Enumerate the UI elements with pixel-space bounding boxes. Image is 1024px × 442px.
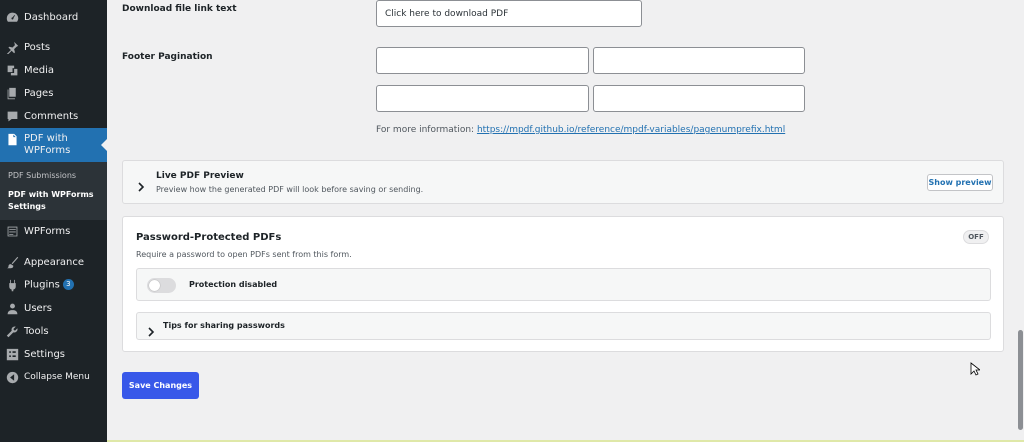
comments-icon bbox=[6, 110, 19, 123]
sidebar-item-plugins[interactable]: Plugins 3 bbox=[0, 274, 107, 296]
sidebar-item-label: Appearance bbox=[24, 256, 85, 268]
sidebar-item-comments[interactable]: Comments bbox=[0, 105, 107, 127]
page-scrollbar[interactable] bbox=[1016, 0, 1024, 442]
collapse-icon bbox=[6, 371, 19, 384]
password-section-title: Password-Protected PDFs bbox=[136, 232, 282, 243]
tools-icon bbox=[6, 325, 19, 338]
more-info-text: For more information: https://mpdf.githu… bbox=[376, 125, 786, 135]
footer-pagination-label: Footer Pagination bbox=[122, 52, 213, 62]
password-section-description: Require a password to open PDFs sent fro… bbox=[136, 250, 352, 259]
submenu-item-pdf-settings[interactable]: PDF with WPForms Settings bbox=[8, 189, 94, 213]
show-preview-button[interactable]: Show preview bbox=[927, 174, 993, 191]
sidebar-item-users[interactable]: Users bbox=[0, 297, 107, 319]
protection-toggle-row: Protection disabled bbox=[136, 268, 991, 301]
sidebar-item-pdf-with-wpforms[interactable]: PDF with WPForms bbox=[0, 128, 107, 162]
sidebar-item-appearance[interactable]: Appearance bbox=[0, 251, 107, 273]
settings-icon bbox=[6, 348, 19, 361]
sidebar-item-label: Pages bbox=[24, 87, 54, 99]
chevron-right-icon bbox=[146, 322, 156, 337]
sidebar-item-dashboard[interactable]: Dashboard bbox=[0, 6, 107, 28]
mouse-cursor-icon bbox=[970, 362, 980, 376]
live-preview-title: Live PDF Preview bbox=[156, 171, 244, 181]
media-icon bbox=[6, 64, 19, 77]
sidebar-item-posts[interactable]: Posts bbox=[0, 36, 107, 58]
sidebar-item-label: Dashboard bbox=[24, 11, 79, 23]
current-menu-arrow bbox=[101, 139, 107, 151]
live-preview-description: Preview how the generated PDF will look … bbox=[156, 185, 424, 194]
pdf-icon bbox=[6, 133, 19, 146]
toggle-knob bbox=[149, 280, 160, 291]
sidebar-item-label: Users bbox=[24, 302, 53, 314]
users-icon bbox=[6, 302, 19, 315]
download-link-label: Download file link text bbox=[122, 4, 237, 14]
chevron-right-icon[interactable] bbox=[136, 177, 146, 192]
pages-icon bbox=[6, 87, 19, 100]
sidebar-item-label: Media bbox=[24, 64, 55, 76]
sidebar-item-label: WPForms bbox=[24, 225, 71, 237]
mpdf-reference-link[interactable]: https://mpdf.github.io/reference/mpdf-va… bbox=[477, 125, 785, 135]
sidebar-item-label: Tools bbox=[24, 325, 49, 337]
status-badge: OFF bbox=[963, 230, 989, 244]
footer-pagination-input-2[interactable] bbox=[593, 47, 805, 74]
dashboard-icon bbox=[6, 11, 19, 24]
live-pdf-preview-card: Live PDF Preview Preview how the generat… bbox=[122, 160, 1004, 204]
sidebar-item-label: Posts bbox=[24, 41, 51, 53]
plugins-update-badge: 3 bbox=[62, 279, 74, 291]
admin-sidebar: Dashboard Posts Media Pages Comments PDF… bbox=[0, 0, 107, 442]
sidebar-item-wpforms[interactable]: WPForms bbox=[0, 220, 107, 242]
protection-status-label: Protection disabled bbox=[189, 280, 278, 289]
sidebar-item-tools[interactable]: Tools bbox=[0, 320, 107, 342]
footer-pagination-input-1[interactable] bbox=[376, 47, 589, 74]
password-protection-toggle[interactable] bbox=[147, 278, 176, 293]
tips-label: Tips for sharing passwords bbox=[163, 321, 285, 330]
tips-disclosure[interactable]: Tips for sharing passwords bbox=[136, 312, 991, 340]
submenu-item-pdf-submissions[interactable]: PDF Submissions bbox=[8, 171, 76, 180]
wpforms-icon bbox=[6, 225, 19, 238]
plugins-icon bbox=[6, 279, 19, 292]
sidebar-item-label: Comments bbox=[24, 110, 79, 122]
footer-pagination-input-3[interactable] bbox=[376, 85, 589, 112]
scrollbar-thumb[interactable] bbox=[1018, 330, 1023, 430]
pdf-submenu: PDF Submissions PDF with WPForms Settings bbox=[0, 162, 107, 220]
sidebar-item-collapse-menu[interactable]: Collapse Menu bbox=[0, 366, 107, 388]
sidebar-item-settings[interactable]: Settings bbox=[0, 343, 107, 365]
save-changes-button[interactable]: Save Changes bbox=[122, 372, 199, 399]
sidebar-item-pages[interactable]: Pages bbox=[0, 82, 107, 104]
footer-pagination-input-4[interactable] bbox=[593, 85, 805, 112]
sidebar-item-media[interactable]: Media bbox=[0, 59, 107, 81]
appearance-icon bbox=[6, 256, 19, 269]
sidebar-item-label: PDF with WPForms bbox=[24, 133, 71, 156]
download-link-text-input[interactable]: Click here to download PDF bbox=[376, 0, 642, 27]
password-protection-card: Password-Protected PDFs OFF Require a pa… bbox=[122, 216, 1004, 352]
sidebar-item-label: Plugins 3 bbox=[24, 279, 74, 291]
sidebar-item-label: Collapse Menu bbox=[24, 372, 90, 382]
pin-icon bbox=[6, 41, 19, 54]
sidebar-item-label: Settings bbox=[24, 348, 66, 360]
